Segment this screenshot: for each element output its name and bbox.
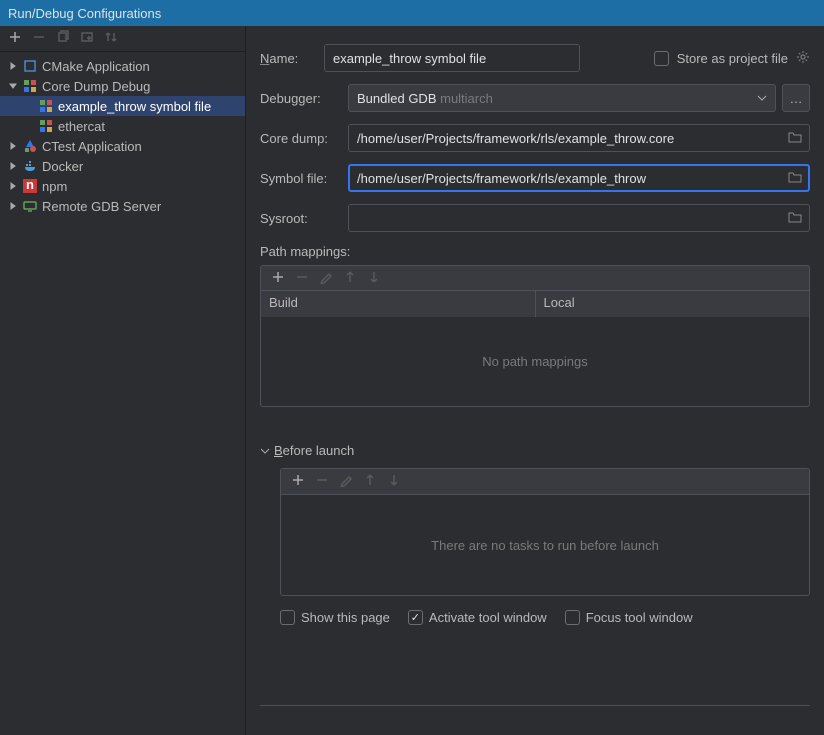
tree-label: example_throw symbol file bbox=[58, 99, 211, 114]
folder-icon[interactable] bbox=[788, 211, 802, 226]
tree-item-ethercat[interactable]: ethercat bbox=[0, 116, 245, 136]
tree-item-npm[interactable]: n npm bbox=[0, 176, 245, 196]
svg-text:n: n bbox=[26, 179, 34, 192]
add-icon[interactable] bbox=[291, 473, 305, 490]
title-text: Run/Debug Configurations bbox=[8, 6, 161, 21]
debugger-suffix: multiarch bbox=[437, 91, 493, 106]
col-local[interactable]: Local bbox=[536, 291, 810, 317]
name-field[interactable] bbox=[324, 44, 580, 72]
debugger-select[interactable]: Bundled GDB multiarch bbox=[348, 84, 776, 112]
tree-label: CTest Application bbox=[42, 139, 142, 154]
folder-icon[interactable] bbox=[788, 171, 802, 186]
symbol-label: Symbol file: bbox=[260, 171, 348, 186]
remove-icon[interactable] bbox=[295, 270, 309, 287]
chevron-down-icon bbox=[260, 446, 270, 456]
chevron-down-icon bbox=[757, 95, 767, 101]
edit-icon[interactable] bbox=[319, 270, 333, 287]
remove-config-icon[interactable] bbox=[32, 30, 46, 47]
store-label: Store as project file bbox=[677, 51, 788, 66]
tree-label: Remote GDB Server bbox=[42, 199, 161, 214]
config-tree: CMake Application Core Dump Debug exampl… bbox=[0, 52, 245, 220]
coredump-icon bbox=[22, 78, 38, 94]
add-config-icon[interactable] bbox=[8, 30, 22, 47]
symbol-input[interactable] bbox=[357, 171, 801, 186]
tree-label: npm bbox=[42, 179, 67, 194]
remove-icon[interactable] bbox=[315, 473, 329, 490]
folder-icon[interactable] bbox=[788, 131, 802, 146]
chevron-right-icon bbox=[8, 62, 18, 70]
sort-icon[interactable] bbox=[104, 30, 118, 47]
col-build[interactable]: Build bbox=[261, 291, 536, 317]
path-mappings-table: Build Local No path mappings bbox=[260, 265, 810, 407]
sysroot-field[interactable] bbox=[348, 204, 810, 232]
tree-item-ctest[interactable]: CTest Application bbox=[0, 136, 245, 156]
chevron-right-icon bbox=[8, 142, 18, 150]
separator bbox=[260, 705, 810, 706]
show-page-label: Show this page bbox=[301, 610, 390, 625]
before-launch-toggle[interactable]: Before launch bbox=[260, 443, 810, 458]
focus-tool-label: Focus tool window bbox=[586, 610, 693, 625]
tree-label: CMake Application bbox=[42, 59, 150, 74]
cmake-icon bbox=[22, 58, 38, 74]
coredump-field[interactable] bbox=[348, 124, 810, 152]
npm-icon: n bbox=[22, 178, 38, 194]
tree-item-docker[interactable]: Docker bbox=[0, 156, 245, 176]
remote-icon bbox=[22, 198, 38, 214]
down-icon[interactable] bbox=[387, 473, 401, 490]
config-form: Name: Store as project file Debugger: Bu… bbox=[246, 26, 824, 735]
debugger-more-button[interactable]: … bbox=[782, 84, 810, 112]
activate-tool-checkbox[interactable] bbox=[408, 610, 423, 625]
mappings-empty: No path mappings bbox=[260, 317, 810, 407]
tasks-empty: There are no tasks to run before launch bbox=[281, 495, 809, 595]
debugger-label: Debugger: bbox=[260, 91, 348, 106]
coredump-icon bbox=[38, 98, 54, 114]
tree-toolbar bbox=[0, 26, 245, 52]
chevron-down-icon bbox=[8, 82, 18, 90]
edit-icon[interactable] bbox=[339, 473, 353, 490]
coredump-icon bbox=[38, 118, 54, 134]
path-mappings-label: Path mappings: bbox=[260, 244, 810, 259]
coredump-label: Core dump: bbox=[260, 131, 348, 146]
sysroot-input[interactable] bbox=[357, 211, 801, 226]
ctest-icon bbox=[22, 138, 38, 154]
tree-item-coredump[interactable]: Core Dump Debug bbox=[0, 76, 245, 96]
chevron-right-icon bbox=[8, 162, 18, 170]
tree-label: Core Dump Debug bbox=[42, 79, 150, 94]
activate-tool-label: Activate tool window bbox=[429, 610, 547, 625]
chevron-right-icon bbox=[8, 182, 18, 190]
focus-tool-checkbox[interactable] bbox=[565, 610, 580, 625]
gear-icon[interactable] bbox=[796, 50, 810, 67]
tree-item-example-throw[interactable]: example_throw symbol file bbox=[0, 96, 245, 116]
sysroot-label: Sysroot: bbox=[260, 211, 348, 226]
down-icon[interactable] bbox=[367, 270, 381, 287]
tree-item-cmake[interactable]: CMake Application bbox=[0, 56, 245, 76]
before-launch-tasks: There are no tasks to run before launch bbox=[280, 468, 810, 596]
name-input[interactable] bbox=[333, 51, 571, 66]
show-page-checkbox[interactable] bbox=[280, 610, 295, 625]
tree-label: Docker bbox=[42, 159, 83, 174]
name-label: Name: bbox=[260, 51, 324, 66]
copy-config-icon[interactable] bbox=[56, 30, 70, 47]
debugger-value: Bundled GDB bbox=[357, 91, 437, 106]
tree-item-remote-gdb[interactable]: Remote GDB Server bbox=[0, 196, 245, 216]
tree-label: ethercat bbox=[58, 119, 105, 134]
coredump-input[interactable] bbox=[357, 131, 801, 146]
add-icon[interactable] bbox=[271, 270, 285, 287]
symbol-field[interactable] bbox=[348, 164, 810, 192]
chevron-right-icon bbox=[8, 202, 18, 210]
up-icon[interactable] bbox=[363, 473, 377, 490]
window-title: Run/Debug Configurations bbox=[0, 0, 824, 26]
store-as-project-checkbox[interactable] bbox=[654, 51, 669, 66]
config-tree-panel: CMake Application Core Dump Debug exampl… bbox=[0, 26, 246, 735]
save-template-icon[interactable] bbox=[80, 30, 94, 47]
up-icon[interactable] bbox=[343, 270, 357, 287]
docker-icon bbox=[22, 158, 38, 174]
